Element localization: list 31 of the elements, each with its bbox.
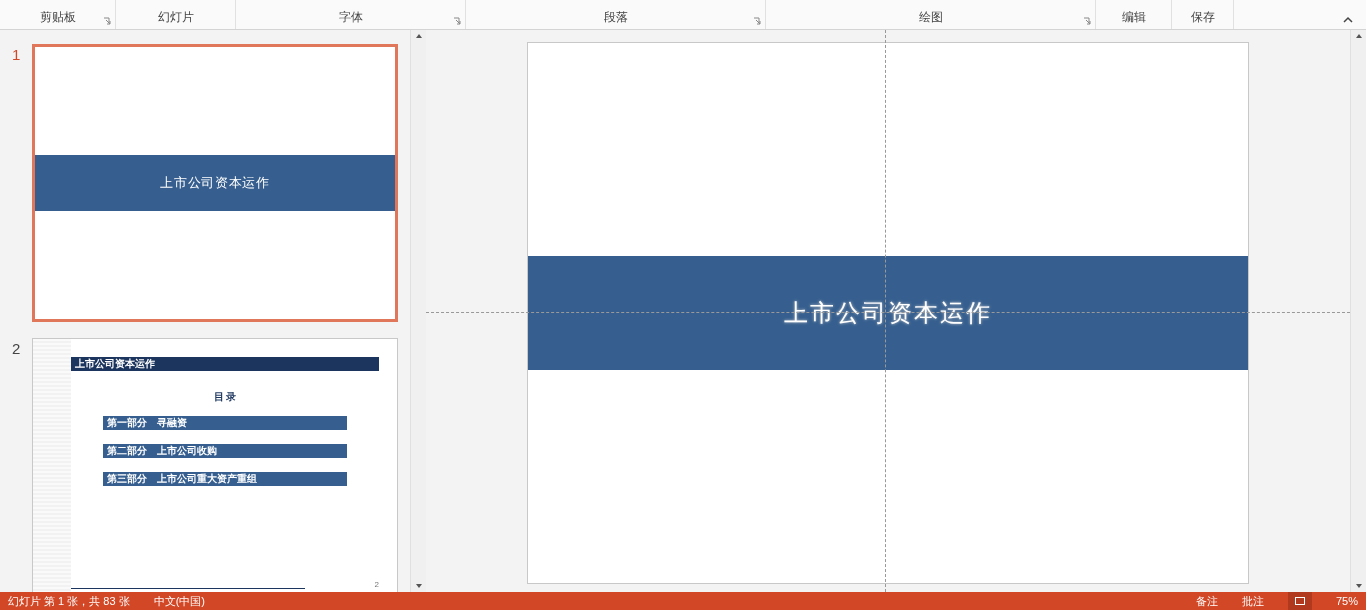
slide-info: 幻灯片 第 1 张，共 83 张 — [8, 593, 130, 609]
section-title: 第一部分 寻融资 — [107, 418, 187, 428]
slide-thumbnail[interactable]: 上市公司资本运作 — [32, 44, 398, 322]
section-title: 第三部分 上市公司重大资产重组 — [107, 474, 257, 484]
contents-heading: 目 录 — [213, 390, 237, 404]
slide-canvas[interactable]: 上市公司资本运作 — [527, 42, 1249, 584]
group-label: 编辑 — [1121, 9, 1146, 26]
comments-button[interactable]: 批注 — [1241, 592, 1264, 610]
group-label: 段落 — [603, 9, 628, 26]
dialog-launcher-icon[interactable] — [753, 17, 761, 25]
slide-title[interactable]: 上市公司资本运作 — [784, 295, 992, 331]
dialog-launcher-icon[interactable] — [1083, 17, 1091, 25]
normal-view-button[interactable] — [1287, 592, 1312, 610]
group-label: 绘图 — [918, 9, 943, 26]
page-number: 2 — [374, 581, 379, 589]
collapse-ribbon-icon[interactable] — [1342, 15, 1354, 25]
group-label: 字体 — [338, 9, 363, 26]
section-title: 第二部分 上市公司收购 — [107, 446, 217, 456]
slide-number: 2 — [12, 339, 22, 359]
slide-thumbnail[interactable]: 上市公司资本运作 目 录 第一部分 寻融资 第二部分 上市公司收购 第三部分 上市公司重大资产重组 2 — [32, 338, 398, 592]
group-label: 幻灯片 — [157, 9, 194, 26]
notes-button[interactable]: 备注 — [1195, 592, 1218, 610]
slide-number: 1 — [12, 45, 22, 65]
language-status[interactable]: 中文(中国) — [153, 592, 205, 610]
dialog-launcher-icon[interactable] — [453, 17, 461, 25]
slide-title: 上市公司资本运作 — [160, 174, 270, 193]
zoom-level[interactable]: 75% — [1335, 592, 1358, 610]
group-label: 剪贴板 — [39, 9, 76, 26]
group-label: 保存 — [1190, 9, 1215, 26]
dialog-launcher-icon[interactable] — [103, 17, 111, 25]
header-text: 上市公司资本运作 — [75, 359, 155, 369]
